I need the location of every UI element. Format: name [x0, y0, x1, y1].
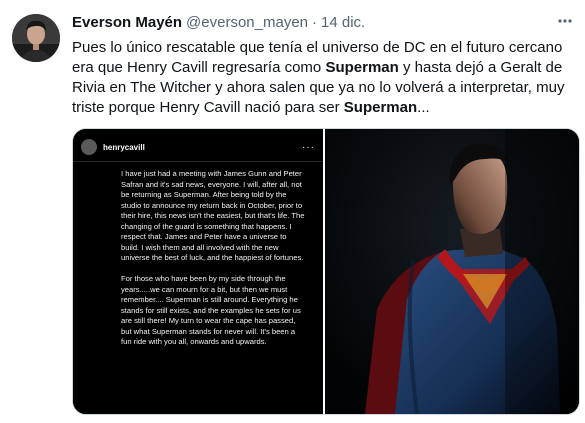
author-display-name[interactable]: Everson Mayén: [72, 14, 182, 31]
more-horizontal-icon[interactable]: [554, 10, 576, 32]
author-avatar[interactable]: [12, 14, 60, 62]
instagram-paragraph: For those who have been by my side throu…: [121, 274, 301, 346]
header-separator: ·: [312, 14, 318, 31]
tweet[interactable]: Everson Mayén @everson_mayen · 14 dic. P…: [0, 0, 585, 423]
tweet-text: Pues lo único rescatable que tenía el un…: [72, 38, 577, 118]
tweet-text-bold: Superman: [325, 59, 399, 76]
instagram-screenshot[interactable]: henrycavill ··· I have just had a meetin…: [73, 129, 325, 414]
instagram-username: henrycavill: [103, 142, 145, 152]
author-handle[interactable]: @everson_mayen: [186, 14, 308, 31]
instagram-post-text: I have just had a meeting with James Gun…: [121, 169, 306, 358]
instagram-paragraph: I have just had a meeting with James Gun…: [121, 169, 305, 262]
tweet-media[interactable]: henrycavill ··· I have just had a meetin…: [72, 128, 580, 415]
tweet-text-part: ...: [417, 99, 430, 116]
tweet-text-bold: Superman: [343, 99, 418, 116]
instagram-header: henrycavill ···: [81, 137, 315, 157]
instagram-avatar: [81, 139, 97, 155]
tweet-date[interactable]: 14 dic.: [321, 14, 365, 31]
instagram-more-icon: ···: [302, 141, 315, 153]
tweet-header: Everson Mayén @everson_mayen · 14 dic.: [72, 14, 365, 34]
superman-photo[interactable]: [325, 129, 579, 414]
instagram-divider: [73, 161, 323, 162]
